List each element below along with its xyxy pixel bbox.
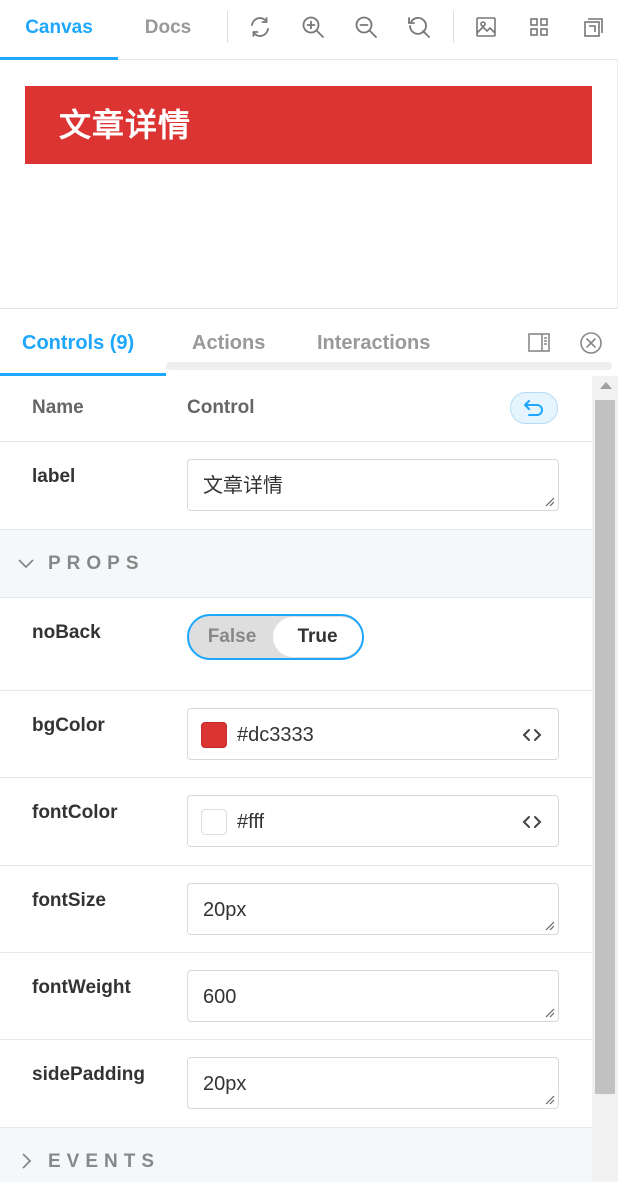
section-label: EVENTS [48, 1151, 161, 1172]
table-row-sidePadding: sidePadding 20px [0, 1040, 592, 1128]
code-icon[interactable] [520, 810, 544, 834]
row-name: bgColor [32, 715, 105, 736]
reset-controls-button[interactable] [510, 392, 558, 424]
reset-zoom-icon[interactable] [406, 14, 432, 40]
section-props[interactable]: PROPS [0, 530, 592, 598]
vertical-scrollbar[interactable] [592, 376, 618, 1182]
column-header-name: Name [32, 397, 84, 418]
row-name: fontWeight [32, 977, 131, 998]
toolbar-divider [453, 11, 454, 43]
fontColor-color-picker[interactable]: #fff [187, 795, 559, 847]
table-row-bgColor: bgColor #dc3333 [0, 691, 592, 778]
bgColor-color-picker[interactable]: #dc3333 [187, 708, 559, 760]
column-header-control: Control [187, 397, 255, 418]
row-name: sidePadding [32, 1064, 145, 1085]
preview-toolbar: Canvas Docs [0, 0, 618, 60]
fontWeight-textarea[interactable]: 600 [187, 970, 559, 1022]
table-row-label: label 文章详情 [0, 442, 592, 530]
outline-icon[interactable] [579, 14, 605, 40]
row-name: fontSize [32, 890, 106, 911]
preview-header-bar: 文章详情 [25, 86, 592, 164]
row-name: noBack [32, 622, 101, 643]
sidePadding-textarea[interactable]: 20px [187, 1057, 559, 1109]
fontSize-value: 20px [203, 899, 247, 921]
table-row-fontSize: fontSize 20px [0, 866, 592, 953]
refresh-icon[interactable] [247, 14, 273, 40]
resize-handle-icon[interactable] [543, 1093, 555, 1105]
controls-table: Name Control label 文章详情 PROPS noBack Fal… [0, 376, 592, 1182]
resize-handle-icon[interactable] [543, 495, 555, 507]
resize-handle-icon[interactable] [543, 1006, 555, 1018]
label-value: 文章详情 [203, 475, 283, 497]
toolbar-divider [227, 11, 228, 43]
scrollbar-thumb[interactable] [595, 400, 615, 1094]
section-label: PROPS [48, 553, 145, 574]
chevron-right-icon [22, 1153, 32, 1169]
table-row-fontColor: fontColor #fff [0, 778, 592, 866]
fontSize-textarea[interactable]: 20px [187, 883, 559, 935]
toggle-option-true[interactable]: True [273, 617, 362, 657]
toggle-option-false[interactable]: False [189, 616, 275, 658]
table-row-fontWeight: fontWeight 600 [0, 953, 592, 1040]
scroll-up-arrow-icon[interactable] [600, 382, 612, 389]
row-name: label [32, 466, 76, 487]
row-name: fontColor [32, 802, 118, 823]
undo-icon [524, 400, 543, 416]
addons-panel-tabs: Controls (9) Actions Interactions [0, 308, 618, 376]
canvas-preview: 文章详情 [0, 60, 618, 308]
color-swatch[interactable] [201, 809, 227, 835]
close-panel-icon[interactable] [579, 331, 603, 355]
label-textarea[interactable]: 文章详情 [187, 459, 559, 511]
tab-controls[interactable]: Controls (9) [0, 309, 166, 376]
table-row-noBack: noBack False True [0, 598, 592, 691]
table-header-row: Name Control [0, 376, 592, 442]
image-icon[interactable] [473, 14, 499, 40]
chevron-down-icon [18, 559, 34, 569]
panel-orientation-icon[interactable] [527, 331, 551, 355]
resize-handle-icon[interactable] [543, 919, 555, 931]
tab-canvas[interactable]: Canvas [0, 0, 118, 60]
color-value: #dc3333 [237, 724, 314, 746]
zoom-out-icon[interactable] [353, 14, 379, 40]
zoom-in-icon[interactable] [300, 14, 326, 40]
tabs-scrollbar[interactable] [166, 362, 612, 370]
grid-icon[interactable] [526, 14, 552, 40]
noBack-boolean-toggle[interactable]: False True [187, 614, 364, 660]
code-icon[interactable] [520, 723, 544, 747]
tab-docs[interactable]: Docs [118, 0, 218, 60]
sidePadding-value: 20px [203, 1073, 247, 1095]
color-value: #fff [237, 811, 265, 833]
color-swatch[interactable] [201, 722, 227, 748]
fontWeight-value: 600 [203, 986, 237, 1008]
section-events[interactable]: EVENTS [0, 1128, 592, 1182]
